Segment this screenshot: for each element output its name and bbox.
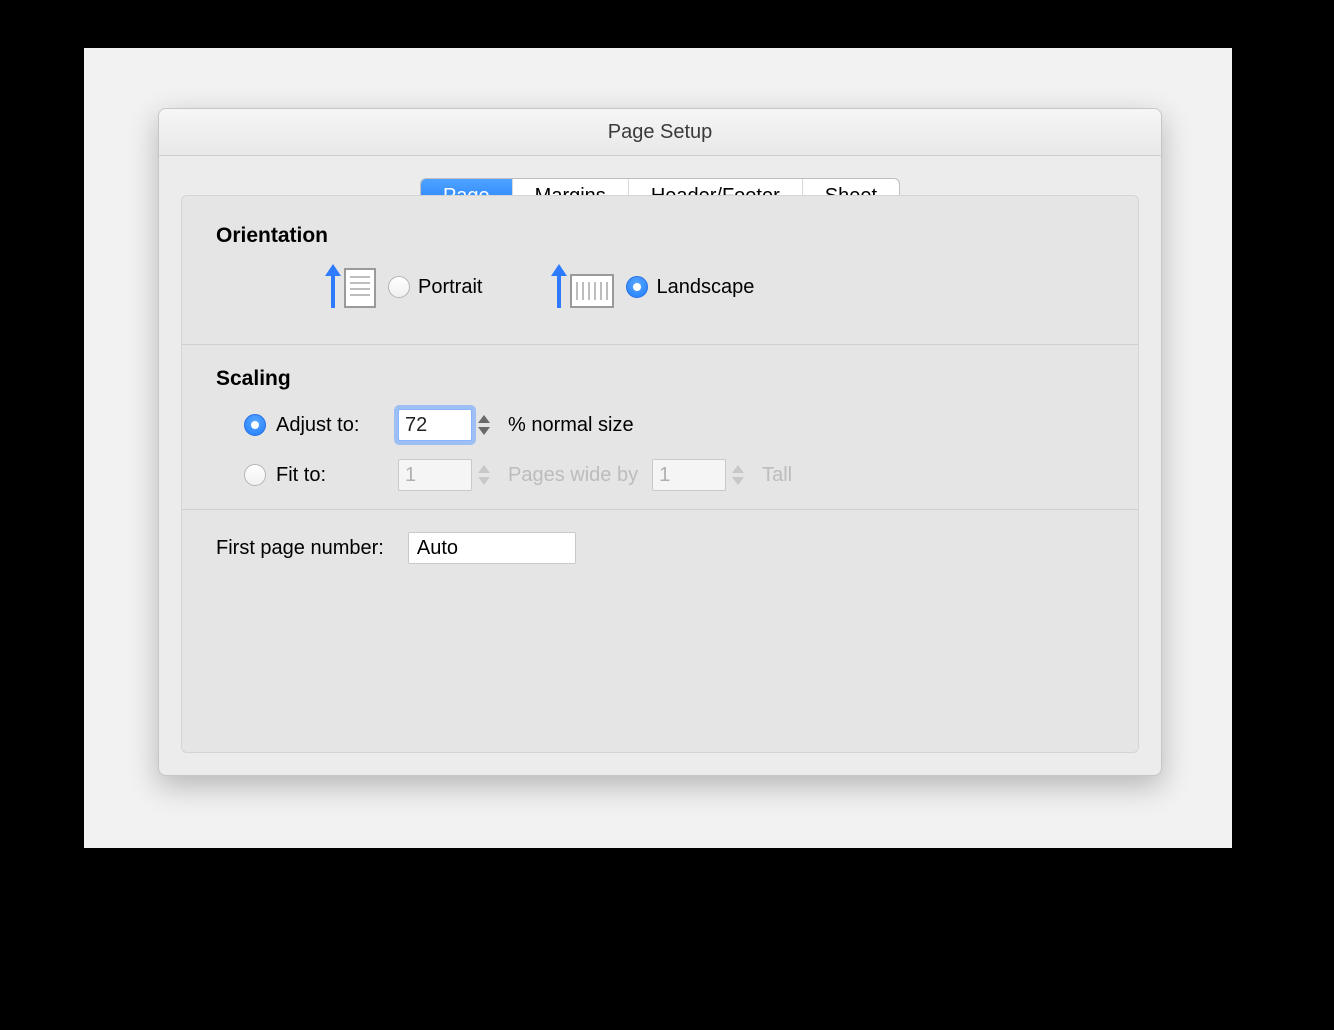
chevron-down-icon[interactable] xyxy=(732,477,744,485)
page-panel: Orientation Portrait xyxy=(181,195,1139,753)
up-arrow-icon xyxy=(552,266,566,308)
adjust-to-suffix: % normal size xyxy=(508,414,634,437)
window-title: Page Setup xyxy=(159,109,1161,156)
up-arrow-icon xyxy=(326,266,340,308)
desktop-backdrop: Page Setup Page Margins Header/Footer Sh… xyxy=(84,48,1232,848)
portrait-page-icon xyxy=(344,268,376,308)
landscape-icon xyxy=(552,266,614,308)
adjust-to-row: Adjust to: % normal size xyxy=(244,409,1104,441)
fit-to-radio[interactable]: Fit to: xyxy=(244,464,384,487)
adjust-to-label: Adjust to: xyxy=(276,414,359,437)
fit-to-wide-stepper[interactable] xyxy=(478,459,494,491)
first-page-number-label: First page number: xyxy=(216,537,384,560)
portrait-label: Portrait xyxy=(418,276,482,299)
orientation-portrait-option: Portrait xyxy=(326,266,482,308)
adjust-to-stepper[interactable] xyxy=(478,409,494,441)
adjust-to-radio[interactable]: Adjust to: xyxy=(244,414,384,437)
portrait-radio[interactable]: Portrait xyxy=(388,276,482,299)
fit-to-wide-input[interactable] xyxy=(398,459,472,491)
section-divider xyxy=(182,509,1138,510)
first-page-number-input[interactable] xyxy=(408,532,576,564)
landscape-page-icon xyxy=(570,274,614,308)
chevron-down-icon[interactable] xyxy=(478,477,490,485)
scaling-heading: Scaling xyxy=(216,367,1104,391)
orientation-heading: Orientation xyxy=(216,224,1104,248)
section-divider xyxy=(182,344,1138,345)
landscape-label: Landscape xyxy=(656,276,754,299)
fit-to-tall-input[interactable] xyxy=(652,459,726,491)
chevron-up-icon[interactable] xyxy=(732,465,744,473)
adjust-to-input[interactable] xyxy=(398,409,472,441)
pages-wide-by-label: Pages wide by xyxy=(508,464,638,487)
page-setup-window: Page Setup Page Margins Header/Footer Sh… xyxy=(158,108,1162,776)
portrait-icon xyxy=(326,266,376,308)
fit-to-label: Fit to: xyxy=(276,464,326,487)
orientation-landscape-option: Landscape xyxy=(552,266,754,308)
fit-to-tall-stepper[interactable] xyxy=(732,459,748,491)
landscape-radio[interactable]: Landscape xyxy=(626,276,754,299)
chevron-up-icon[interactable] xyxy=(478,465,490,473)
orientation-options: Portrait Landscape xyxy=(326,266,1104,308)
first-page-number-row: First page number: xyxy=(216,532,1104,564)
fit-to-row: Fit to: Pages wide by xyxy=(244,459,1104,491)
tall-label: Tall xyxy=(762,464,792,487)
chevron-down-icon[interactable] xyxy=(478,427,490,435)
chevron-up-icon[interactable] xyxy=(478,415,490,423)
